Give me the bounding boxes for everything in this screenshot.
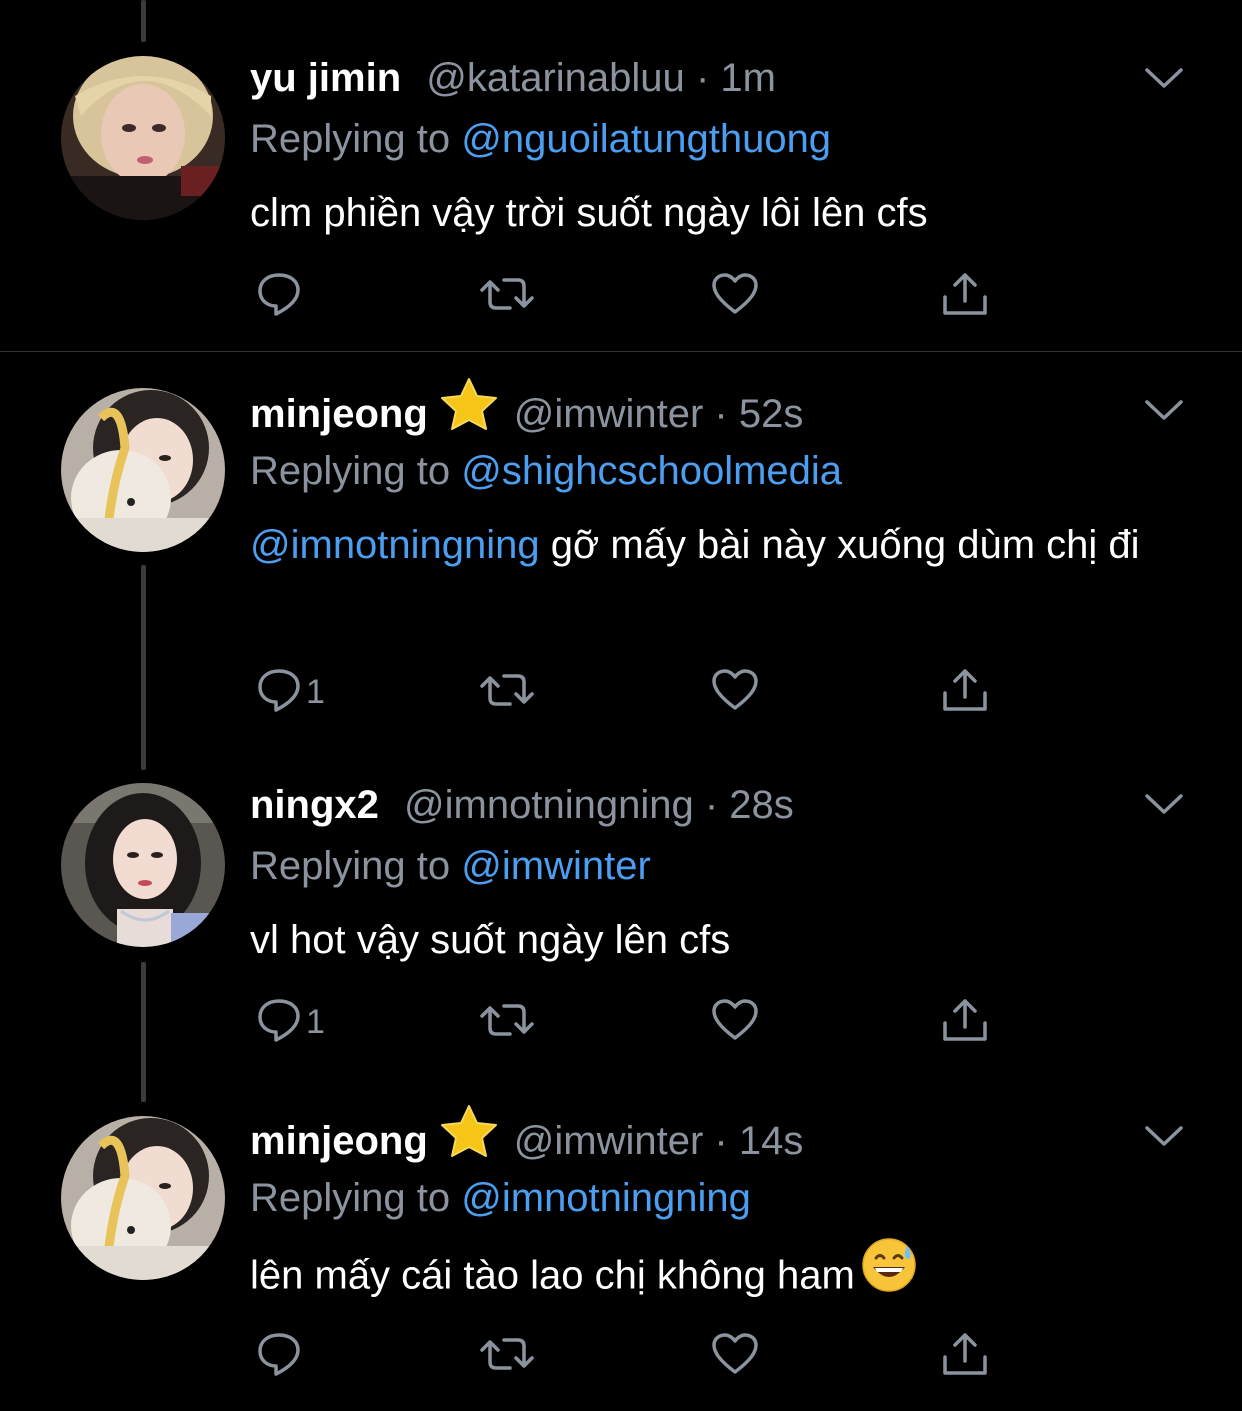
tweet-text: lên mấy cái tào lao chị không ham xyxy=(250,1238,1152,1315)
tweet[interactable]: minjeong @imwinter · 52s Replying to @shi… xyxy=(0,352,1242,772)
user-handle[interactable]: @katarinabluu xyxy=(426,56,685,100)
replying-to-label: Replying to xyxy=(250,1176,451,1220)
tweet-text-content: clm phiền vậy trời suốt ngày lôi lên cfs xyxy=(250,191,928,235)
avatar[interactable] xyxy=(61,388,225,552)
user-handle[interactable]: @imnotningning xyxy=(404,783,694,827)
retweet-icon xyxy=(480,1334,534,1379)
like-icon xyxy=(711,998,759,1047)
chevron-down-icon[interactable] xyxy=(1143,1120,1185,1150)
separator-dot: · xyxy=(714,1119,728,1164)
retweet-button[interactable] xyxy=(480,266,534,326)
tweet-text: clm phiền vậy trời suốt ngày lôi lên cfs xyxy=(250,182,1152,244)
timestamp[interactable]: 1m xyxy=(720,56,776,100)
like-button[interactable] xyxy=(711,992,759,1052)
reply-button[interactable]: 1 xyxy=(256,662,325,722)
avatar[interactable] xyxy=(61,1116,225,1280)
replying-to-label: Replying to xyxy=(250,844,451,888)
tweet-text-content: lên mấy cái tào lao chị không ham xyxy=(250,1253,855,1298)
like-button[interactable] xyxy=(711,662,759,722)
separator-dot: · xyxy=(714,392,728,437)
replying-to-mention[interactable]: @shighcschoolmedia xyxy=(461,449,842,493)
share-button[interactable] xyxy=(941,266,989,326)
avatar[interactable] xyxy=(61,783,225,947)
grinning-face-with-sweat-icon xyxy=(861,1237,917,1311)
timestamp[interactable]: 14s xyxy=(739,1119,804,1163)
tweet-text: @imnotningning gỡ mấy bài này xuống dùm … xyxy=(250,514,1152,576)
share-icon xyxy=(941,271,989,322)
retweet-button[interactable] xyxy=(480,1326,534,1386)
retweet-icon xyxy=(480,1000,534,1045)
share-icon xyxy=(941,997,989,1048)
retweet-icon xyxy=(480,670,534,715)
star-icon xyxy=(438,1103,500,1176)
tweet-text-content: vl hot vậy suốt ngày lên cfs xyxy=(250,918,731,962)
replying-to-mention[interactable]: @nguoilatungthuong xyxy=(461,117,831,161)
replying-to-mention[interactable]: @imwinter xyxy=(461,844,651,888)
tweet-mention[interactable]: @imnotningning xyxy=(250,523,540,567)
timestamp[interactable]: 28s xyxy=(729,783,794,827)
like-button[interactable] xyxy=(711,266,759,326)
timestamp[interactable]: 52s xyxy=(739,392,804,436)
like-button[interactable] xyxy=(711,1326,759,1386)
replying-to-label: Replying to xyxy=(250,449,451,493)
avatar[interactable] xyxy=(61,56,225,220)
chevron-down-icon[interactable] xyxy=(1143,62,1185,92)
tweet[interactable]: minjeong @imwinter · 14s Replying to @imn… xyxy=(0,1102,1242,1411)
like-icon xyxy=(711,272,759,321)
reply-icon xyxy=(256,1331,302,1382)
retweet-icon xyxy=(480,274,534,319)
user-handle[interactable]: @imwinter xyxy=(514,392,704,436)
like-icon xyxy=(711,668,759,717)
reply-button[interactable] xyxy=(256,1326,306,1386)
retweet-button[interactable] xyxy=(480,662,534,722)
reply-button[interactable] xyxy=(256,266,306,326)
share-button[interactable] xyxy=(941,662,989,722)
retweet-button[interactable] xyxy=(480,992,534,1052)
display-name[interactable]: minjeong xyxy=(250,392,428,436)
display-name[interactable]: minjeong xyxy=(250,1119,428,1163)
share-button[interactable] xyxy=(941,992,989,1052)
display-name[interactable]: ningx2 xyxy=(250,783,379,827)
replying-to-mention[interactable]: @imnotningning xyxy=(461,1176,751,1220)
display-name[interactable]: yu jimin xyxy=(250,56,401,100)
reply-count: 1 xyxy=(306,1002,325,1041)
user-handle[interactable]: @imwinter xyxy=(514,1119,704,1163)
reply-icon xyxy=(256,997,302,1048)
reply-icon xyxy=(256,667,302,718)
separator-dot: · xyxy=(704,783,719,827)
tweet[interactable]: ningx2 @imnotningning · 28s Replying to … xyxy=(0,772,1242,1102)
share-button[interactable] xyxy=(941,1326,989,1386)
chevron-down-icon[interactable] xyxy=(1143,394,1185,424)
separator-dot: · xyxy=(695,56,710,100)
tweet[interactable]: yu jimin @katarinabluu · 1m Replying to … xyxy=(0,0,1242,351)
chevron-down-icon[interactable] xyxy=(1143,788,1185,818)
reply-count: 1 xyxy=(306,672,325,711)
replying-to-label: Replying to xyxy=(250,117,451,161)
share-icon xyxy=(941,667,989,718)
share-icon xyxy=(941,1331,989,1382)
tweet-text: vl hot vậy suốt ngày lên cfs xyxy=(250,909,1152,971)
star-icon xyxy=(438,376,500,449)
like-icon xyxy=(711,1332,759,1381)
reply-icon xyxy=(256,271,302,322)
reply-button[interactable]: 1 xyxy=(256,992,325,1052)
tweet-text-content: gỡ mấy bài này xuống dùm chị đi xyxy=(539,523,1140,567)
